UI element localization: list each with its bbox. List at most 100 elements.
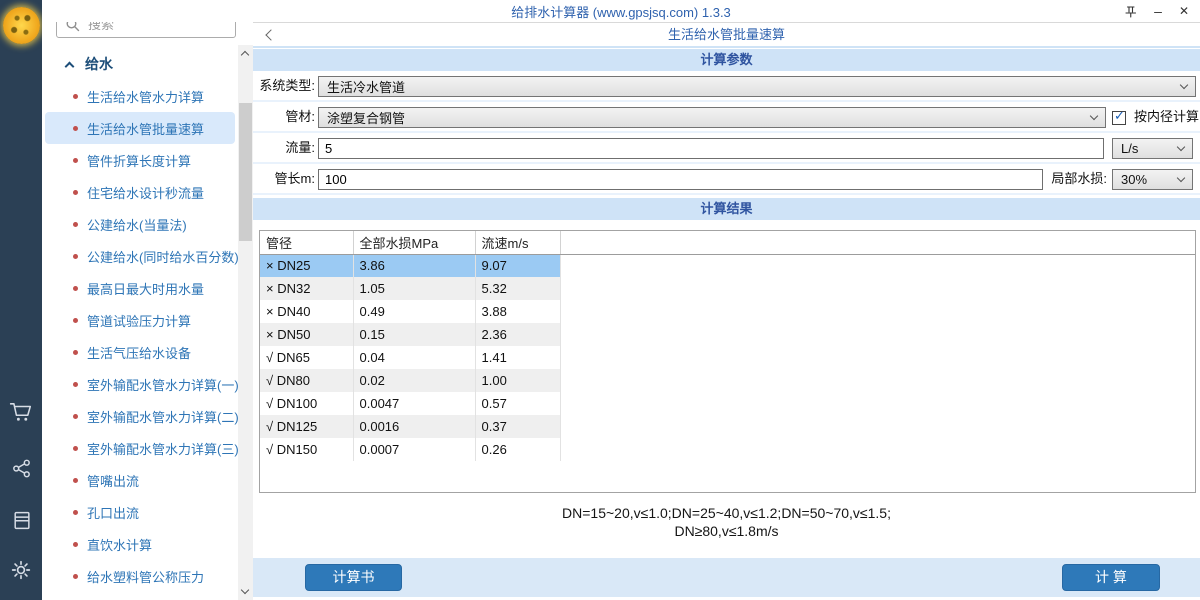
report-button[interactable]: 计算书: [305, 564, 402, 591]
sidebar-item[interactable]: 管嘴出流: [45, 464, 235, 496]
result-row[interactable]: × DN321.055.32: [260, 277, 1195, 300]
icon-rail: [0, 0, 42, 600]
velocity-note: DN=15~20,v≤1.0;DN=25~40,v≤1.2;DN=50~70,v…: [253, 504, 1200, 540]
scroll-up-icon[interactable]: [241, 51, 249, 59]
sidebar-item[interactable]: 管道试验压力计算: [45, 304, 235, 336]
sidebar-group-label: 给水: [85, 54, 113, 74]
inner-diameter-checkbox[interactable]: ✓: [1112, 111, 1126, 125]
sidebar-item-label: 孔口出流: [87, 503, 139, 522]
sidebar-item[interactable]: 孔口出流: [45, 496, 235, 528]
page-title: 生活给水管批量速算: [253, 23, 1200, 47]
system-type-label: 系统类型:: [253, 71, 315, 102]
bullet-icon: [73, 382, 78, 387]
pin-to-top-icon[interactable]: [1118, 0, 1142, 22]
cart-icon[interactable]: [0, 394, 42, 430]
sidebar-item-label: 室外输配水管水力详算(二): [87, 407, 239, 426]
form-row-system-type: 系统类型: 生活冷水管道: [253, 71, 1200, 102]
sidebar-item-label: 室外输配水管水力详算(一): [87, 375, 239, 394]
results-table: 管径 全部水损MPa 流速m/s × DN253.869.07× DN321.0…: [259, 230, 1196, 493]
sidebar-item-label: 最高日最大时用水量: [87, 279, 204, 298]
sidebar-item[interactable]: 室外输配水管水力详算(三): [45, 432, 235, 464]
result-row[interactable]: √ DN1000.00470.57: [260, 392, 1195, 415]
bullet-icon: [73, 158, 78, 163]
sidebar-group-water-supply[interactable]: 给水: [42, 50, 238, 78]
share-icon[interactable]: [0, 450, 42, 486]
notebook-icon[interactable]: [0, 502, 42, 538]
note-line-1: DN=15~20,v≤1.0;DN=25~40,v≤1.2;DN=50~70,v…: [253, 504, 1200, 522]
bullet-icon: [73, 414, 78, 419]
table-header-row: 管径 全部水损MPa 流速m/s: [260, 231, 1195, 254]
result-row[interactable]: × DN400.493.88: [260, 300, 1195, 323]
sidebar-item[interactable]: 生活气压给水设备: [45, 336, 235, 368]
bullet-icon: [73, 350, 78, 355]
chevron-up-icon: [65, 61, 75, 71]
sidebar-item-label: 给水塑料管公称压力: [87, 567, 204, 586]
result-row[interactable]: √ DN800.021.00: [260, 369, 1195, 392]
sidebar-item[interactable]: 公建给水(同时给水百分数): [45, 240, 235, 272]
chevron-down-icon: [1177, 143, 1185, 151]
col-header-dn: 管径: [260, 231, 353, 254]
system-type-value: 生活冷水管道: [327, 77, 405, 96]
result-row[interactable]: × DN500.152.36: [260, 323, 1195, 346]
bullet-icon: [73, 190, 78, 195]
local-loss-label: 局部水损:: [1045, 164, 1107, 195]
app-window: 给水 生活给水管水力详算生活给水管批量速算管件折算长度计算住宅给水设计秒流量公建…: [0, 0, 1200, 600]
length-label: 管长m:: [253, 164, 315, 195]
window-title: 给排水计算器 (www.gpsjsq.com) 1.3.3: [511, 2, 731, 21]
col-header-filler: [560, 231, 1195, 254]
sidebar-scrollbar[interactable]: [238, 45, 253, 600]
app-logo-sunflower[interactable]: [3, 7, 40, 44]
sidebar-item[interactable]: 给水塑料管公称压力: [45, 560, 235, 592]
form-row-flow: 流量: L/s: [253, 133, 1200, 164]
form-row-length: 管长m: 局部水损: 30%: [253, 164, 1200, 195]
chevron-down-icon: [1180, 81, 1188, 89]
sidebar-item[interactable]: 最高日最大时用水量: [45, 272, 235, 304]
page-subheader: 生活给水管批量速算: [253, 23, 1200, 48]
chevron-down-icon: [1090, 112, 1098, 120]
sidebar-item-label: 公建给水(当量法): [87, 215, 187, 234]
sidebar-item-label: 生活给水管批量速算: [87, 119, 204, 138]
col-header-velocity: 流速m/s: [475, 231, 560, 254]
local-loss-value: 30%: [1121, 172, 1147, 187]
bullet-icon: [73, 94, 78, 99]
sidebar-item[interactable]: 管件折算长度计算: [45, 144, 235, 176]
minimize-button[interactable]: –: [1146, 0, 1170, 22]
result-row[interactable]: × DN253.869.07: [260, 254, 1195, 277]
scroll-down-icon[interactable]: [241, 586, 249, 594]
sidebar-item-label: 公建给水(同时给水百分数): [87, 247, 239, 266]
bullet-icon: [73, 286, 78, 291]
sidebar-item-label: 生活给水管水力详算: [87, 87, 204, 106]
flow-input[interactable]: [318, 138, 1104, 159]
sidebar-item-label: 室外输配水管水力详算(三): [87, 439, 239, 458]
sidebar-menu: 生活给水管水力详算生活给水管批量速算管件折算长度计算住宅给水设计秒流量公建给水(…: [42, 80, 238, 592]
bullet-icon: [73, 318, 78, 323]
flow-unit-select[interactable]: L/s: [1112, 138, 1193, 159]
bullet-icon: [73, 222, 78, 227]
local-loss-select[interactable]: 30%: [1112, 169, 1193, 190]
material-select[interactable]: 涂塑复合钢管: [318, 107, 1106, 128]
pipe-length-input[interactable]: [318, 169, 1043, 190]
sidebar-item[interactable]: 公建给水(当量法): [45, 208, 235, 240]
result-row[interactable]: √ DN1500.00070.26: [260, 438, 1195, 461]
scrollbar-thumb[interactable]: [239, 103, 252, 241]
bullet-icon: [73, 478, 78, 483]
settings-gear-icon[interactable]: [0, 552, 42, 588]
sidebar-item-label: 管件折算长度计算: [87, 151, 191, 170]
sidebar: 给水 生活给水管水力详算生活给水管批量速算管件折算长度计算住宅给水设计秒流量公建…: [42, 0, 238, 600]
sidebar-item[interactable]: 生活给水管水力详算: [45, 80, 235, 112]
bullet-icon: [73, 574, 78, 579]
sidebar-item[interactable]: 直饮水计算: [45, 528, 235, 560]
sidebar-item-label: 直饮水计算: [87, 535, 152, 554]
calculate-button[interactable]: 计 算: [1062, 564, 1160, 591]
footer-bar: 计算书 计 算: [253, 558, 1200, 597]
result-row[interactable]: √ DN1250.00160.37: [260, 415, 1195, 438]
bullet-icon: [73, 446, 78, 451]
result-row[interactable]: √ DN650.041.41: [260, 346, 1195, 369]
sidebar-item[interactable]: 生活给水管批量速算: [45, 112, 235, 144]
sidebar-item[interactable]: 室外输配水管水力详算(一): [45, 368, 235, 400]
note-line-2: DN≥80,v≤1.8m/s: [253, 522, 1200, 540]
system-type-select[interactable]: 生活冷水管道: [318, 76, 1196, 97]
sidebar-item[interactable]: 住宅给水设计秒流量: [45, 176, 235, 208]
sidebar-item[interactable]: 室外输配水管水力详算(二): [45, 400, 235, 432]
close-button[interactable]: ✕: [1172, 0, 1196, 22]
